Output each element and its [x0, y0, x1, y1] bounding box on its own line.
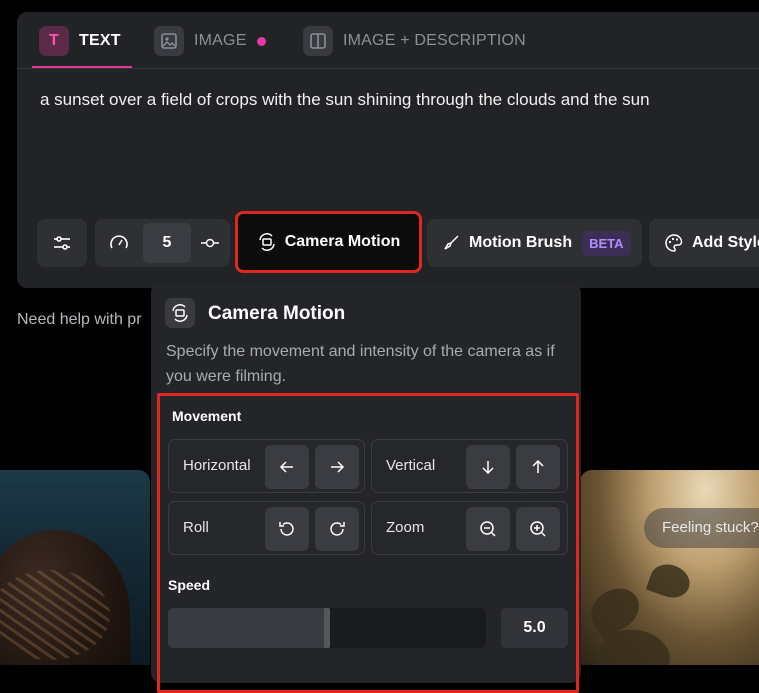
prompt-input[interactable]: a sunset over a field of crops with the …	[40, 90, 759, 130]
horizontal-control: Horizontal	[168, 439, 365, 493]
brush-icon	[444, 235, 459, 250]
camera-motion-button[interactable]: Camera Motion	[235, 211, 422, 273]
motion-setting: 5	[95, 219, 230, 267]
split-view-icon	[303, 26, 333, 56]
popup-description: Specify the movement and intensity of th…	[166, 343, 555, 385]
zoom-out-icon[interactable]	[466, 507, 510, 551]
arrow-up-icon[interactable]	[516, 445, 560, 489]
motion-brush-button[interactable]: Motion Brush BETA	[427, 219, 642, 267]
roll-control: Roll	[168, 501, 365, 555]
popup-title: Camera Motion	[208, 303, 346, 324]
tab-image-description[interactable]: IMAGE + DESCRIPTION	[303, 26, 526, 56]
tab-image[interactable]: IMAGE	[154, 26, 266, 56]
camera-controls: Movement Horizontal Vertical Roll Zoom S…	[157, 393, 579, 693]
prompt-panel: T TEXT IMAGE IMAGE + DESCRIPTION a sunse…	[17, 12, 759, 288]
palette-icon	[665, 234, 683, 252]
vertical-control: Vertical	[371, 439, 568, 493]
camera-orbit-icon	[165, 298, 195, 328]
thumbnail-image-left[interactable]	[0, 470, 150, 665]
speed-value[interactable]: 5.0	[501, 608, 568, 648]
camera-motion-popup: Camera Motion Specify the movement and i…	[151, 283, 581, 693]
add-style-button[interactable]: Add Style	[649, 219, 759, 267]
rotate-ccw-icon[interactable]	[265, 507, 309, 551]
arrow-down-icon[interactable]	[466, 445, 510, 489]
tab-label: IMAGE + DESCRIPTION	[343, 32, 526, 49]
tab-bar: T TEXT IMAGE IMAGE + DESCRIPTION	[17, 12, 759, 69]
notification-dot	[256, 36, 266, 46]
arrow-right-icon[interactable]	[315, 445, 359, 489]
image-icon	[154, 26, 184, 56]
tab-text[interactable]: T TEXT	[39, 26, 121, 56]
control-label: Vertical	[386, 457, 436, 474]
settings-button[interactable]	[37, 219, 87, 267]
feeling-stuck-button[interactable]: Feeling stuck?	[644, 508, 759, 548]
beta-badge: BETA	[582, 230, 631, 256]
rotate-cw-icon[interactable]	[315, 507, 359, 551]
camera-orbit-icon	[258, 233, 275, 251]
tab-label: IMAGE	[194, 32, 247, 49]
leaf-shape	[645, 559, 695, 603]
arrow-left-icon[interactable]	[265, 445, 309, 489]
zoom-control: Zoom	[371, 501, 568, 555]
control-label: Roll	[183, 519, 209, 536]
zoom-in-icon[interactable]	[516, 507, 560, 551]
add-style-label: Add Style	[692, 234, 759, 251]
slider-fill	[168, 608, 327, 648]
sliders-icon	[54, 236, 70, 250]
control-label: Horizontal	[183, 457, 251, 474]
slider-handle[interactable]	[324, 608, 330, 648]
active-tab-indicator	[32, 66, 132, 68]
control-label: Zoom	[386, 519, 425, 536]
motion-brush-label: Motion Brush	[469, 234, 573, 251]
motion-value-input[interactable]: 5	[143, 223, 191, 263]
camera-motion-label: Camera Motion	[284, 233, 401, 250]
dome-artwork	[0, 530, 130, 665]
movement-label: Movement	[172, 408, 242, 424]
tab-label: TEXT	[79, 32, 121, 49]
commit-icon[interactable]	[191, 236, 229, 250]
thumbnail-image-right[interactable]	[580, 470, 759, 665]
speed-slider[interactable]	[168, 608, 486, 648]
help-link[interactable]: Need help with pr	[17, 311, 142, 329]
speed-label: Speed	[168, 577, 211, 593]
text-icon: T	[39, 26, 69, 56]
speedometer-icon	[95, 233, 143, 253]
